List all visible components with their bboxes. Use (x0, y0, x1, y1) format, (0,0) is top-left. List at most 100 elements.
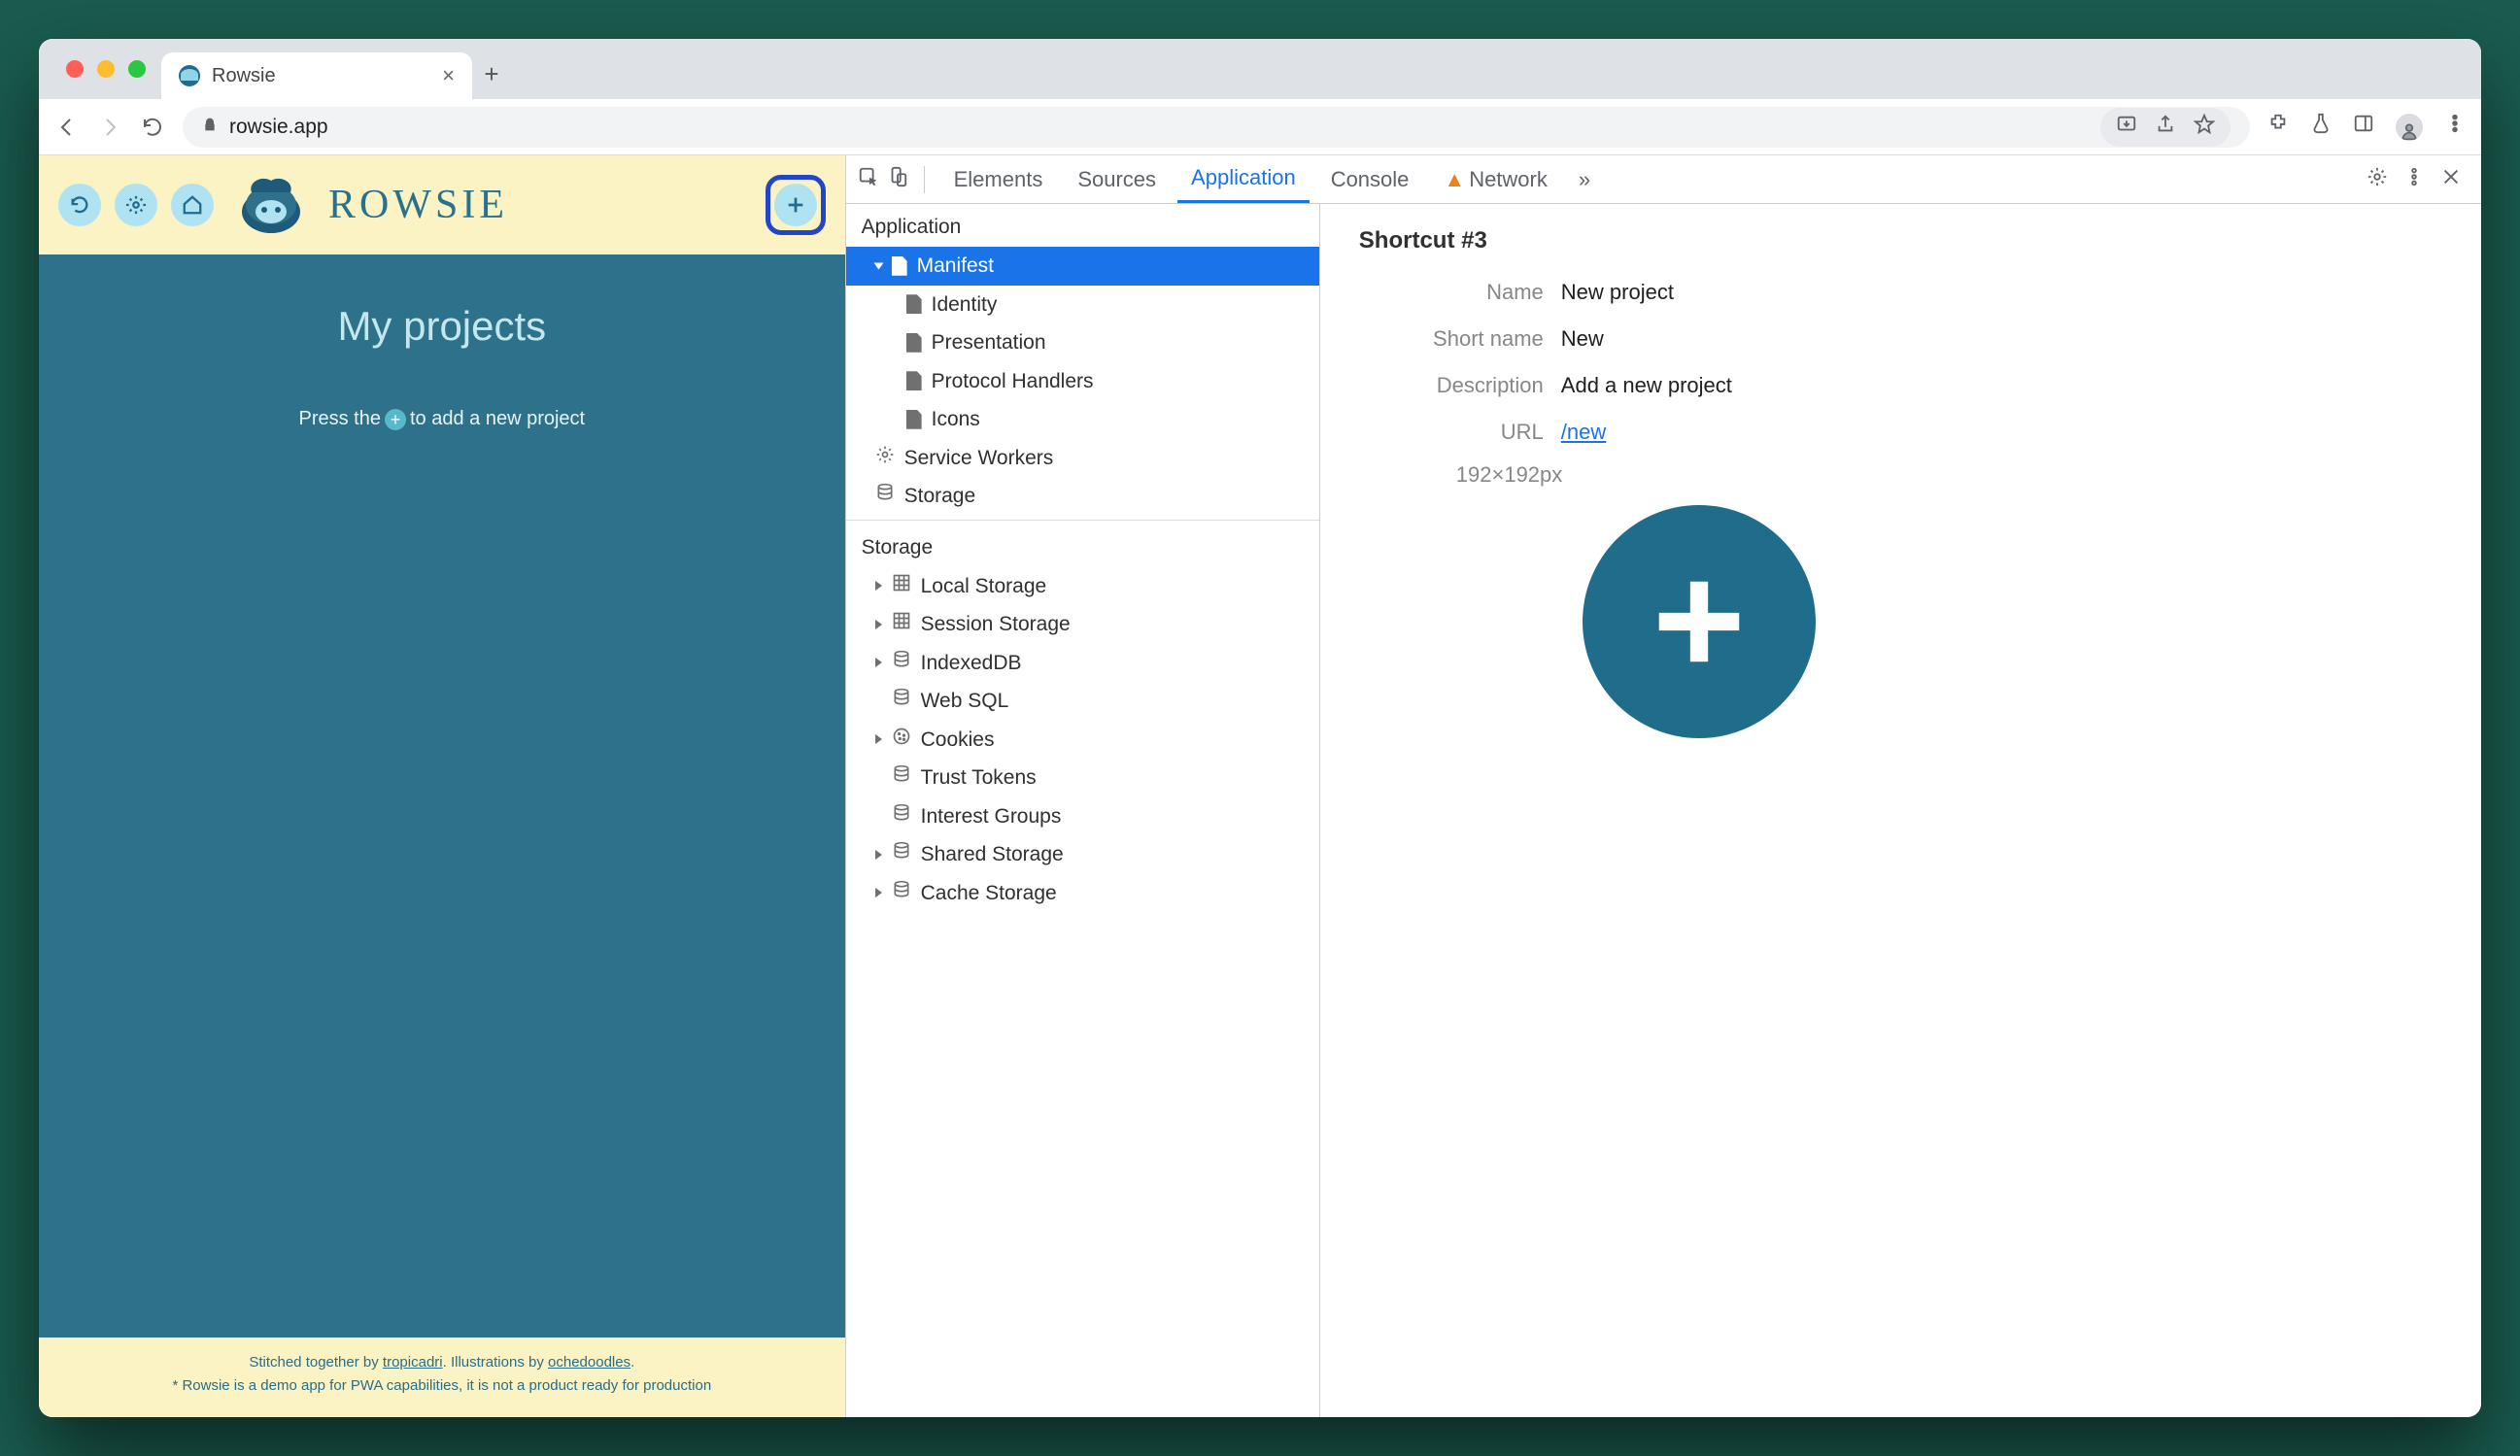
browser-window: Rowsie × + rowsie.app (39, 39, 2481, 1417)
sidebar-item-cache-storage[interactable]: Cache Storage (846, 874, 1319, 913)
tab-close-icon[interactable]: × (442, 63, 455, 88)
footer-disclaimer: * Rowsie is a demo app for PWA capabilit… (49, 1374, 835, 1398)
database-icon (892, 686, 911, 717)
sidebar-item-shared-storage[interactable]: Shared Storage (846, 835, 1319, 874)
browser-toolbar: rowsie.app (39, 99, 2481, 155)
grid-icon (892, 609, 911, 640)
devtools-close-icon[interactable] (2440, 166, 2462, 193)
labs-icon[interactable] (2310, 113, 2332, 141)
refresh-button[interactable] (58, 184, 101, 226)
tab-application[interactable]: Application (1177, 155, 1310, 203)
toolbar-right (2267, 113, 2466, 141)
projects-heading: My projects (337, 303, 546, 350)
maximize-icon[interactable] (128, 60, 146, 78)
detail-heading: Shortcut #3 (1359, 227, 2442, 254)
home-button[interactable] (171, 184, 214, 226)
database-icon (892, 762, 911, 794)
inspect-icon[interactable] (858, 166, 879, 193)
sidebar-item-cookies[interactable]: Cookies (846, 721, 1319, 760)
key-description: Description (1359, 373, 1544, 398)
sidebar-item-icons[interactable]: Icons (846, 400, 1319, 439)
new-project-button[interactable] (774, 184, 817, 226)
sidebar-item-manifest[interactable]: Manifest (846, 247, 1319, 286)
install-icon[interactable] (2116, 114, 2137, 141)
sidebar-item-service-workers[interactable]: Service Workers (846, 439, 1319, 478)
value-name: New project (1561, 280, 2442, 305)
chevron-right-icon (875, 734, 882, 744)
sidebar-item-storage[interactable]: Storage (846, 477, 1319, 516)
app-wordmark: ROWSIE (328, 182, 508, 228)
credit-link-illustrator[interactable]: ochedoodles (548, 1354, 630, 1371)
reload-button[interactable] (140, 116, 165, 139)
app-body: My projects Press the + to add a new pro… (39, 254, 845, 1337)
plus-icon: + (385, 409, 406, 430)
tab-sources[interactable]: Sources (1064, 155, 1170, 203)
sidebar-item-interest-groups[interactable]: Interest Groups (846, 797, 1319, 836)
app-footer: Stitched together by tropicadri. Illustr… (39, 1337, 845, 1417)
devtools-settings-icon[interactable] (2367, 166, 2388, 193)
chevron-down-icon (873, 262, 883, 269)
share-icon[interactable] (2155, 114, 2176, 141)
sidebar-group-application: Application (846, 204, 1319, 247)
device-icon[interactable] (887, 166, 908, 193)
database-icon (892, 839, 911, 870)
nav-forward-button[interactable] (97, 116, 122, 139)
file-icon (892, 256, 907, 276)
devtools-kebab-icon[interactable] (2403, 166, 2425, 193)
nav-back-button[interactable] (54, 116, 80, 139)
database-icon (875, 481, 895, 512)
tab-console[interactable]: Console (1317, 155, 1423, 203)
gear-icon (875, 443, 895, 474)
browser-tab[interactable]: Rowsie × (161, 52, 472, 99)
sidebar-item-trust-tokens[interactable]: Trust Tokens (846, 759, 1319, 797)
panel-icon[interactable] (2353, 113, 2374, 141)
extensions-icon[interactable] (2267, 113, 2289, 141)
favicon-icon (179, 65, 200, 86)
grid-icon (892, 571, 911, 602)
new-tab-button[interactable]: + (472, 59, 511, 99)
chevron-right-icon (875, 581, 882, 591)
file-icon (906, 410, 922, 429)
lock-icon (202, 116, 218, 139)
devtools-pane: Elements Sources Application Console ▲Ne… (845, 155, 2481, 1417)
address-text: rowsie.app (229, 116, 2089, 139)
database-icon (892, 648, 911, 679)
file-icon (906, 294, 922, 314)
manifest-detail: Shortcut #3 Name New project Short name … (1320, 204, 2481, 1417)
omnibox-actions (2100, 108, 2231, 147)
warning-icon: ▲ (1444, 167, 1465, 192)
sidebar-item-presentation[interactable]: Presentation (846, 323, 1319, 362)
footer-credits-mid: . Illustrations by (443, 1354, 548, 1371)
more-tabs-icon[interactable]: » (1569, 167, 1600, 192)
file-icon (906, 333, 922, 353)
credit-link-author[interactable]: tropicadri (383, 1354, 443, 1371)
kebab-menu-icon[interactable] (2444, 113, 2466, 141)
devtools-body: Application Manifest Identity Presentati… (846, 204, 2481, 1417)
sidebar-item-websql[interactable]: Web SQL (846, 682, 1319, 721)
new-project-highlight (766, 175, 826, 235)
close-icon[interactable] (66, 60, 84, 78)
devtools-tabs: Elements Sources Application Console ▲Ne… (846, 155, 2481, 204)
sidebar-item-session-storage[interactable]: Session Storage (846, 605, 1319, 644)
bookmark-icon[interactable] (2194, 114, 2215, 141)
file-icon (906, 371, 922, 390)
sidebar-item-protocol[interactable]: Protocol Handlers (846, 362, 1319, 401)
key-url: URL (1359, 420, 1544, 445)
icon-dimensions: 192×192px (1456, 462, 2442, 488)
sidebar-group-storage: Storage (846, 525, 1319, 567)
settings-button[interactable] (115, 184, 157, 226)
sidebar-item-indexeddb[interactable]: IndexedDB (846, 644, 1319, 683)
database-icon (892, 801, 911, 832)
tabs-dropdown-icon[interactable] (2446, 64, 2469, 99)
tab-elements[interactable]: Elements (940, 155, 1057, 203)
tab-network[interactable]: ▲Network (1430, 155, 1560, 203)
value-description: Add a new project (1561, 373, 2442, 398)
address-bar[interactable]: rowsie.app (183, 107, 2250, 148)
sidebar-item-identity[interactable]: Identity (846, 286, 1319, 324)
sidebar-item-local-storage[interactable]: Local Storage (846, 567, 1319, 606)
value-url-link[interactable]: /new (1561, 420, 1606, 444)
key-name: Name (1359, 280, 1544, 305)
chevron-right-icon (875, 850, 882, 860)
profile-avatar[interactable] (2396, 114, 2423, 141)
minimize-icon[interactable] (97, 60, 115, 78)
